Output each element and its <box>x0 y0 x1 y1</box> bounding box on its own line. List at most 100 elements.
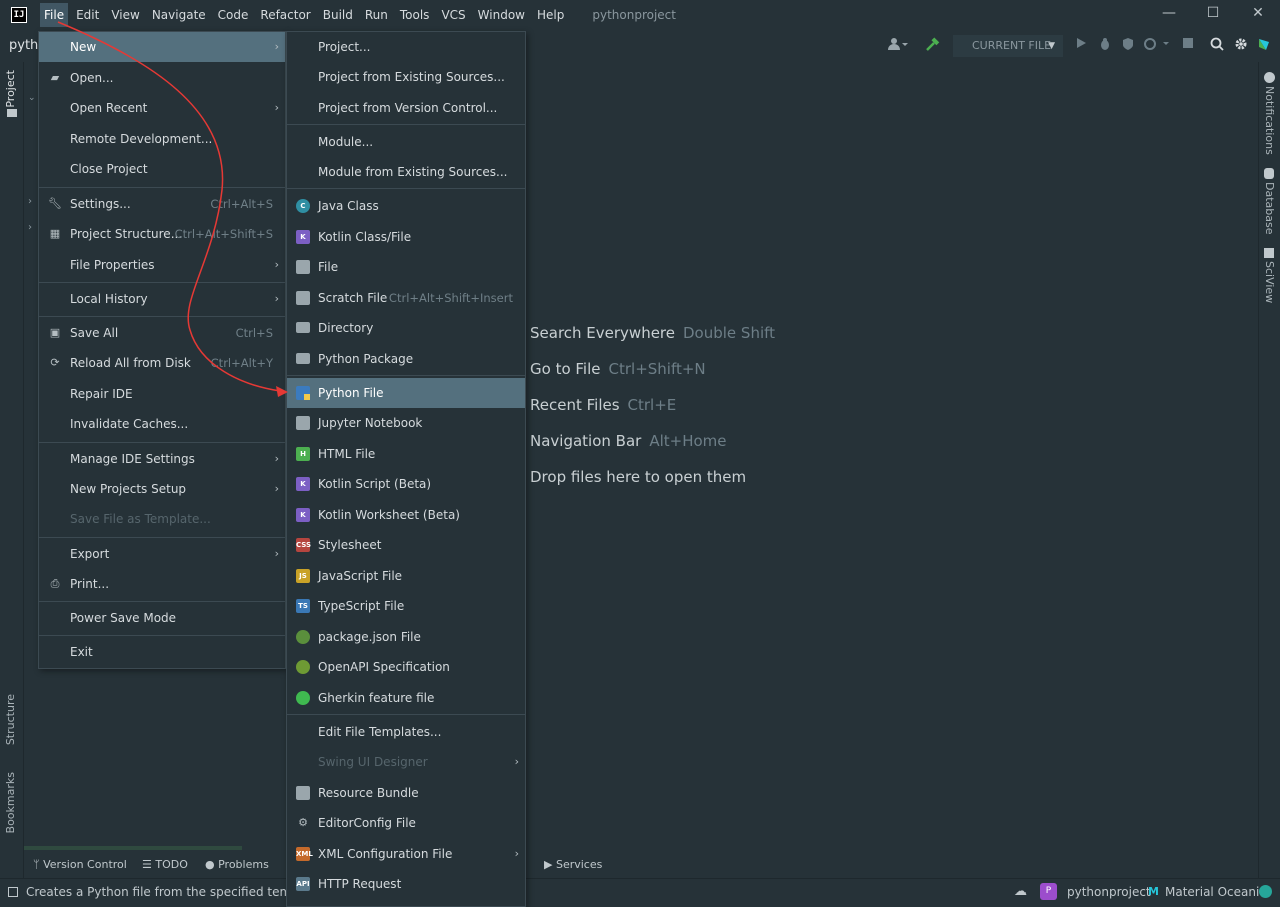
notifications-tool-tab[interactable]: Notifications <box>1263 86 1276 155</box>
project-scrollbar[interactable] <box>24 846 242 850</box>
python-file-icon <box>296 386 310 400</box>
chevron-right-icon[interactable]: › <box>28 196 32 207</box>
debug-icon[interactable] <box>1096 37 1114 55</box>
profiler-icon[interactable] <box>1142 37 1172 55</box>
menu-build[interactable]: Build <box>319 3 357 27</box>
version-control-tab[interactable]: ᛘ Version Control <box>33 858 127 871</box>
run-configuration-selector[interactable]: CURRENT FILE ▼ <box>953 35 1063 57</box>
menu-item-new-project[interactable]: Project... <box>287 32 525 62</box>
jetbrains-toolbox-icon[interactable] <box>1255 37 1273 55</box>
menu-tools[interactable]: Tools <box>396 3 434 27</box>
menu-item-http-request[interactable]: API HTTP Request <box>287 869 525 899</box>
menu-item-python-file[interactable]: Python File <box>287 378 525 408</box>
menu-run[interactable]: Run <box>361 3 392 27</box>
menu-item-package-json[interactable]: package.json File <box>287 622 525 652</box>
menu-item-manage-ide-settings[interactable]: Manage IDE Settings › <box>39 444 285 474</box>
menu-item-exit[interactable]: Exit <box>39 637 285 667</box>
intellij-logo-icon[interactable]: IJ <box>11 7 27 23</box>
menu-item-openapi[interactable]: OpenAPI Specification <box>287 652 525 682</box>
menu-vcs[interactable]: VCS <box>437 3 469 27</box>
menu-item-reload-from-disk[interactable]: ⟳ Reload All from Disk Ctrl+Alt+Y <box>39 348 285 378</box>
menu-file[interactable]: File <box>40 3 69 27</box>
problems-tab[interactable]: ● Problems <box>205 858 269 871</box>
menu-item-new[interactable]: New › <box>39 32 285 62</box>
menu-item-editorconfig[interactable]: ⚙ EditorConfig File <box>287 808 525 838</box>
bookmarks-tool-tab[interactable]: Bookmarks <box>4 772 17 833</box>
menu-item-project-structure[interactable]: ▦ Project Structure... Ctrl+Alt+Shift+S <box>39 219 285 249</box>
menu-view[interactable]: View <box>107 3 143 27</box>
build-hammer-icon[interactable] <box>923 37 941 55</box>
menu-code[interactable]: Code <box>214 3 253 27</box>
todo-tab[interactable]: ☰ TODO <box>142 858 188 871</box>
menu-item-local-history[interactable]: Local History › <box>39 284 285 314</box>
menu-item-typescript-file[interactable]: TS TypeScript File <box>287 591 525 621</box>
user-icon[interactable] <box>886 37 910 55</box>
menu-item-module[interactable]: Module... <box>287 127 525 157</box>
project-tool-tab[interactable]: Project <box>4 70 17 108</box>
close-window-button[interactable]: ✕ <box>1236 0 1280 28</box>
menu-item-repair-ide[interactable]: Repair IDE <box>39 379 285 409</box>
menu-item-project-existing-sources[interactable]: Project from Existing Sources... <box>287 62 525 92</box>
menu-item-gherkin[interactable]: Gherkin feature file <box>287 683 525 713</box>
chevron-right-icon[interactable]: › <box>28 222 32 233</box>
menu-item-invalidate-caches[interactable]: Invalidate Caches... <box>39 409 285 439</box>
folder-icon <box>296 322 310 333</box>
menu-item-xml-configuration[interactable]: XML XML Configuration File › <box>287 839 525 869</box>
menu-item-file-properties[interactable]: File Properties › <box>39 250 285 280</box>
services-tab[interactable]: ▶ Services <box>544 858 602 871</box>
menu-edit[interactable]: Edit <box>72 3 103 27</box>
menu-item-label: EditorConfig File <box>318 816 416 830</box>
menu-item-scratch-file[interactable]: Scratch File Ctrl+Alt+Shift+Insert <box>287 283 525 313</box>
structure-tool-tab-label: Structure <box>4 694 17 746</box>
menu-item-new-projects-setup[interactable]: New Projects Setup › <box>39 474 285 504</box>
menu-item-edit-file-templates[interactable]: Edit File Templates... <box>287 717 525 747</box>
menu-item-save-all[interactable]: ▣ Save All Ctrl+S <box>39 318 285 348</box>
menu-window[interactable]: Window <box>474 3 529 27</box>
menu-item-stylesheet[interactable]: CSS Stylesheet <box>287 530 525 560</box>
menu-navigate[interactable]: Navigate <box>148 3 210 27</box>
menu-item-label: File Properties <box>70 258 155 272</box>
stop-icon[interactable] <box>1179 37 1197 55</box>
menu-item-export[interactable]: Export › <box>39 539 285 569</box>
menu-item-print[interactable]: ⎙ Print... <box>39 569 285 599</box>
search-icon[interactable] <box>1208 37 1226 55</box>
menu-item-label: JavaScript File <box>318 569 403 583</box>
menu-item-kotlin-class[interactable]: K Kotlin Class/File <box>287 222 525 252</box>
menu-item-open-recent[interactable]: Open Recent › <box>39 93 285 123</box>
database-tool-tab[interactable]: Database <box>1263 182 1276 235</box>
coverage-icon[interactable] <box>1119 37 1137 55</box>
menu-item-directory[interactable]: Directory <box>287 313 525 343</box>
menu-help[interactable]: Help <box>533 3 568 27</box>
menu-item-module-existing-sources[interactable]: Module from Existing Sources... <box>287 157 525 187</box>
chevron-down-icon[interactable]: ⌄ <box>28 93 36 103</box>
menu-item-power-save-mode[interactable]: Power Save Mode <box>39 603 285 633</box>
toggle-tool-windows-icon[interactable] <box>8 887 18 897</box>
menu-item-html-file[interactable]: H HTML File <box>287 439 525 469</box>
menu-item-project-vcs[interactable]: Project from Version Control... <box>287 93 525 123</box>
menu-item-close-project[interactable]: Close Project <box>39 154 285 184</box>
menu-item-python-package[interactable]: Python Package <box>287 344 525 374</box>
structure-tool-tab[interactable]: Structure <box>4 694 17 745</box>
menu-item-kotlin-script[interactable]: K Kotlin Script (Beta) <box>287 469 525 499</box>
menu-item-jupyter-notebook[interactable]: Jupyter Notebook <box>287 408 525 438</box>
theme-color-indicator[interactable] <box>1259 885 1272 898</box>
menu-item-open[interactable]: ▰ Open... <box>39 63 285 93</box>
menu-item-kotlin-worksheet[interactable]: K Kotlin Worksheet (Beta) <box>287 500 525 530</box>
sciview-tool-tab[interactable]: SciView <box>1263 261 1276 303</box>
gear-icon[interactable] <box>1232 37 1250 55</box>
run-icon[interactable] <box>1072 37 1090 55</box>
menu-item-remote-development[interactable]: Remote Development... <box>39 124 285 154</box>
menu-item-resource-bundle[interactable]: Resource Bundle <box>287 778 525 808</box>
menu-item-file[interactable]: File <box>287 252 525 282</box>
maximize-button[interactable]: ☐ <box>1191 0 1235 28</box>
menu-item-javascript-file[interactable]: JS JavaScript File <box>287 561 525 591</box>
status-project-name[interactable]: pythonproject <box>1067 885 1151 899</box>
cloud-gear-icon[interactable]: ☁ <box>1014 884 1030 900</box>
menu-item-label: Kotlin Worksheet (Beta) <box>318 508 460 522</box>
menu-refactor[interactable]: Refactor <box>256 3 314 27</box>
theme-name[interactable]: Material Oceanic <box>1165 885 1266 899</box>
menu-item-java-class[interactable]: C Java Class <box>287 191 525 221</box>
chevron-down-icon: ▼ <box>1048 41 1055 51</box>
minimize-button[interactable]: — <box>1147 0 1191 28</box>
menu-item-settings[interactable]: 🔧︎ Settings... Ctrl+Alt+S <box>39 189 285 219</box>
